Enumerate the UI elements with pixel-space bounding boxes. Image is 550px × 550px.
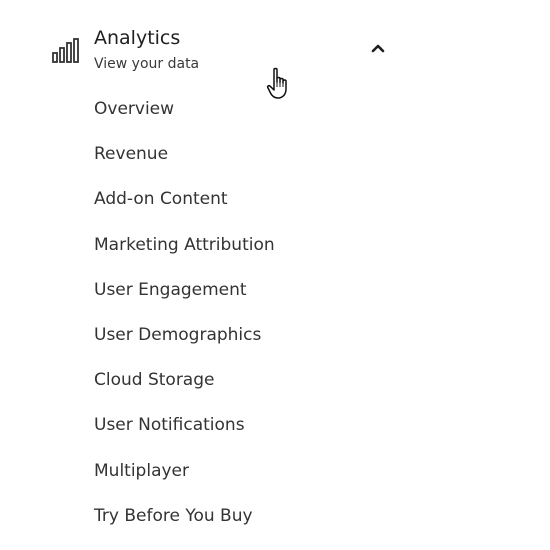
section-subtitle: View your data xyxy=(94,56,200,72)
menu-item-add-on-content[interactable]: Add-on Content xyxy=(94,186,275,231)
analytics-submenu: Overview Revenue Add-on Content Marketin… xyxy=(94,96,275,548)
menu-item-user-notifications[interactable]: User Notifications xyxy=(94,412,275,457)
menu-item-marketing-attribution[interactable]: Marketing Attribution xyxy=(94,232,275,277)
section-title: Analytics xyxy=(94,27,181,49)
menu-item-cloud-storage[interactable]: Cloud Storage xyxy=(94,367,275,412)
menu-item-revenue[interactable]: Revenue xyxy=(94,141,275,186)
menu-item-overview[interactable]: Overview xyxy=(94,96,275,141)
analytics-nav-section: Analytics View your data Overview Revenu… xyxy=(0,0,550,550)
bar-chart-icon xyxy=(52,38,79,63)
menu-item-multiplayer[interactable]: Multiplayer xyxy=(94,458,275,503)
chevron-up-icon[interactable] xyxy=(370,42,386,54)
menu-item-user-engagement[interactable]: User Engagement xyxy=(94,277,275,322)
analytics-section-header[interactable]: Analytics View your data xyxy=(48,24,398,78)
menu-item-user-demographics[interactable]: User Demographics xyxy=(94,322,275,367)
menu-item-try-before-you-buy[interactable]: Try Before You Buy xyxy=(94,503,275,548)
